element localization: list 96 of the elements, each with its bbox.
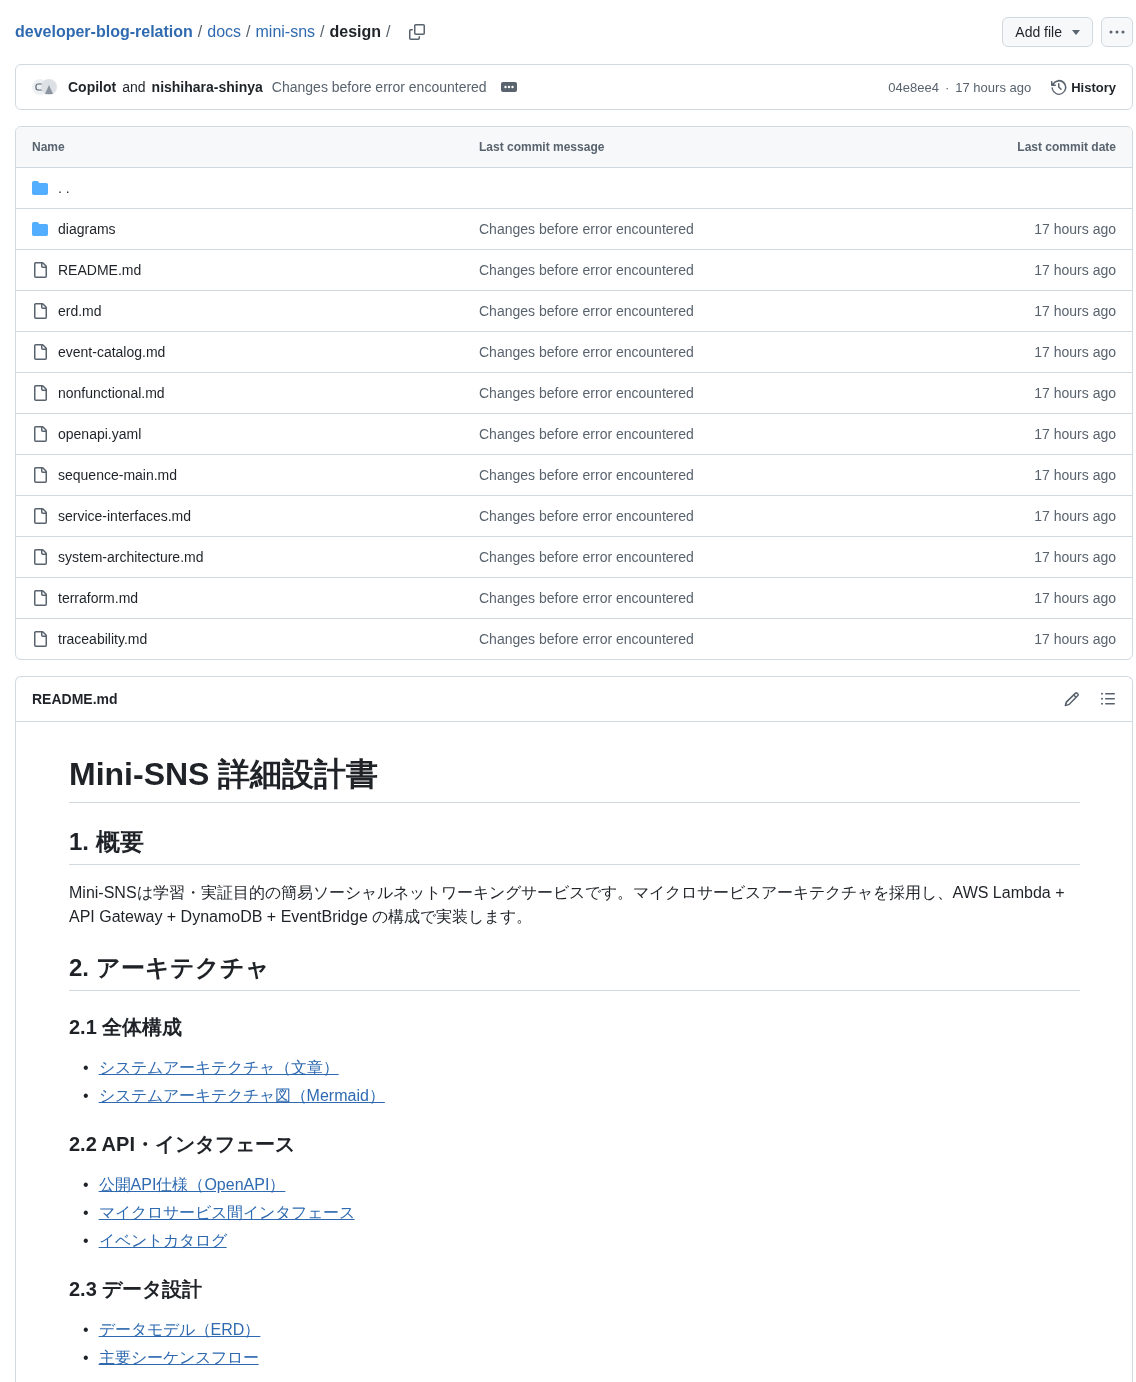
- path-link[interactable]: docs: [207, 23, 242, 41]
- document-link[interactable]: システムアーキテクチャ図（Mermaid）: [98, 1084, 385, 1108]
- file-link[interactable]: traceability.md: [58, 631, 148, 647]
- path-separator: /: [320, 23, 325, 41]
- commit-message[interactable]: Changes before error encountered: [479, 549, 694, 565]
- author-joiner: and: [122, 79, 146, 95]
- commit-date: 17 hours ago: [1034, 344, 1116, 360]
- file-icon: [32, 467, 48, 483]
- parent-directory-link[interactable]: . .: [58, 180, 70, 196]
- subsection-heading: 2.3 データ設計: [69, 1277, 204, 1302]
- kebab-icon: [1109, 30, 1125, 34]
- paragraph: Mini-SNSは学習・実証目的の簡易ソーシャルネットワーキングサービスです。マイクロサービスアーキテクチャを採用し、AWS Lambda + API Gateway + DynamoDB + EventBridge の構成で実装します。: [69, 883, 1066, 927]
- file-icon: [32, 344, 48, 360]
- file-icon: [32, 590, 48, 606]
- folder-icon: [32, 221, 48, 237]
- file-icon: [32, 262, 48, 278]
- document-link[interactable]: システムアーキテクチャ（文章）: [98, 1056, 339, 1080]
- commit-date: 17 hours ago: [1034, 221, 1116, 237]
- file-link[interactable]: sequence-main.md: [58, 467, 178, 483]
- commit-message[interactable]: Changes before error encountered: [479, 344, 694, 360]
- file-icon: [32, 631, 48, 647]
- path-link[interactable]: mini-sns: [255, 23, 316, 41]
- file-icon: [32, 549, 48, 565]
- commit-date: 17 hours ago: [1034, 303, 1116, 319]
- avatar-icon: [32, 77, 58, 97]
- file-link[interactable]: terraform.md: [58, 590, 139, 606]
- column-header: Last commit date: [1016, 140, 1116, 154]
- commit-date: 17 hours ago: [1034, 508, 1116, 524]
- document-link[interactable]: イベントカタログ: [98, 1229, 227, 1253]
- file-link[interactable]: openapi.yaml: [58, 426, 142, 442]
- commit-message[interactable]: Changes before error encountered: [479, 590, 694, 606]
- commit-time: 17 hours ago: [955, 79, 1032, 95]
- copy-icon[interactable]: [408, 24, 425, 40]
- file-icon: [32, 426, 48, 442]
- file-link[interactable]: erd.md: [58, 303, 102, 319]
- document-link[interactable]: マイクロサービス間インタフェース: [98, 1201, 355, 1225]
- bullet: •: [83, 1086, 89, 1106]
- file-icon: [32, 303, 48, 319]
- commit-message[interactable]: Changes before error encountered: [479, 631, 694, 647]
- commit-message[interactable]: Changes before error encountered: [479, 221, 694, 237]
- file-icon: [32, 508, 48, 524]
- subsection-heading: 2.2 API・インタフェース: [69, 1132, 296, 1157]
- document-link[interactable]: 公開API仕様（OpenAPI）: [98, 1173, 286, 1197]
- document-link[interactable]: データモデル（ERD）: [98, 1318, 261, 1342]
- commit-date: 17 hours ago: [1034, 467, 1116, 483]
- bullet: •: [83, 1231, 89, 1251]
- caret-icon: [1072, 29, 1080, 35]
- document-link[interactable]: 主要シーケンスフロー: [98, 1346, 259, 1370]
- commit-date: 17 hours ago: [1034, 549, 1116, 565]
- author-name[interactable]: Copilot: [68, 79, 117, 95]
- history-icon: [1051, 79, 1068, 95]
- column-header: Name: [32, 140, 66, 154]
- bullet: •: [83, 1320, 89, 1340]
- bullet: •: [83, 1348, 89, 1368]
- outline-icon[interactable]: [1100, 691, 1116, 707]
- section-heading: 2. アーキテクチャ: [69, 953, 1080, 991]
- file-link[interactable]: event-catalog.md: [58, 344, 166, 360]
- commit-date: 17 hours ago: [1034, 631, 1116, 647]
- file-link[interactable]: system-architecture.md: [58, 549, 204, 565]
- commit-message[interactable]: Changes before error encountered: [479, 508, 694, 524]
- commit-date: 17 hours ago: [1034, 426, 1116, 442]
- commit-message[interactable]: Changes before error encountered: [479, 262, 694, 278]
- section-heading: 1. 概要: [69, 827, 1080, 865]
- column-header: Last commit message: [479, 140, 606, 154]
- commit-message[interactable]: Changes before error encountered: [479, 467, 694, 483]
- bullet: •: [83, 1203, 89, 1223]
- file-icon: [32, 385, 48, 401]
- commit-date: 17 hours ago: [1034, 590, 1116, 606]
- commit-message[interactable]: Changes before error encountered: [479, 426, 694, 442]
- repo-link[interactable]: developer-blog-relation: [15, 23, 193, 41]
- commit-message[interactable]: Changes before error encountered: [271, 79, 487, 95]
- file-link[interactable]: README.md: [58, 262, 142, 278]
- document-title: Mini-SNS 詳細設計書: [69, 754, 1080, 803]
- folder-link[interactable]: diagrams: [58, 221, 116, 237]
- add-file-button[interactable]: Add file: [1002, 17, 1093, 47]
- history-link[interactable]: History: [1051, 79, 1116, 95]
- commit-date: 17 hours ago: [1034, 262, 1116, 278]
- folder-icon: [32, 180, 48, 196]
- subsection-heading: 2.1 全体構成: [69, 1015, 184, 1040]
- bullet: •: [83, 1175, 89, 1195]
- current-folder: design: [329, 23, 382, 41]
- commit-message[interactable]: Changes before error encountered: [479, 303, 694, 319]
- readme-title: README.md: [32, 691, 118, 707]
- commit-date: 17 hours ago: [1034, 385, 1116, 401]
- meta-separator: ·: [944, 79, 950, 95]
- bullet: •: [83, 1058, 89, 1078]
- ellipsis-icon[interactable]: [500, 82, 517, 92]
- path-separator: /: [386, 23, 391, 41]
- file-link[interactable]: service-interfaces.md: [58, 508, 192, 524]
- path-separator: /: [197, 23, 203, 41]
- commit-message[interactable]: Changes before error encountered: [479, 385, 694, 401]
- edit-icon[interactable]: [1064, 691, 1080, 707]
- commit-sha[interactable]: 04e8ee4: [888, 79, 939, 95]
- file-link[interactable]: nonfunctional.md: [58, 385, 165, 401]
- author-name[interactable]: nishihara-shinya: [151, 79, 263, 95]
- path-separator: /: [246, 23, 251, 41]
